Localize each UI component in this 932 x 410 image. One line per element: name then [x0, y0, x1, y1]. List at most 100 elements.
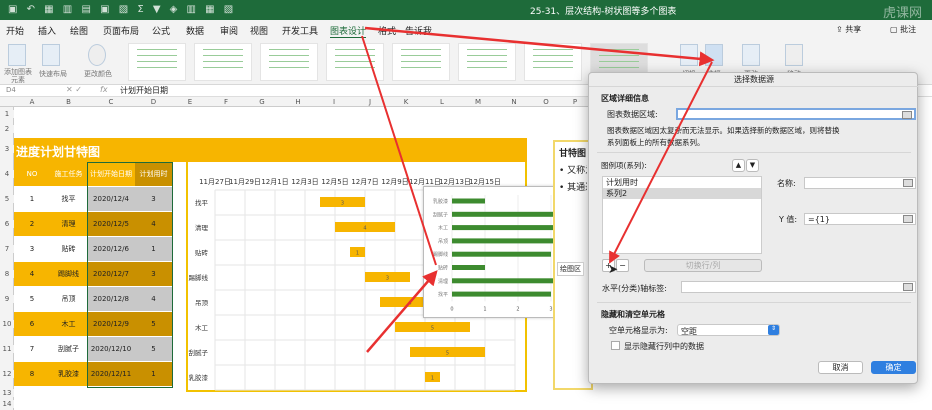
quick-layout-icon[interactable] — [42, 44, 60, 66]
thumb-line — [467, 61, 507, 62]
ok-button[interactable]: 确定 — [871, 361, 916, 374]
switch-row-column-icon[interactable] — [680, 44, 698, 66]
tab-4[interactable]: 公式 — [152, 24, 170, 37]
tab-5[interactable]: 数据 — [186, 24, 204, 37]
table-cell: 乳胶漆 — [50, 362, 87, 387]
quick-layout-label[interactable]: 快速布局 — [36, 70, 70, 78]
thumb-line — [467, 67, 507, 68]
column-header-C: C — [108, 98, 114, 106]
tab-9[interactable]: 图表设计 — [330, 24, 367, 39]
x-tick-label: 12月7日 — [351, 178, 378, 186]
change-colors-label[interactable]: 更改颜色 — [80, 70, 116, 78]
tab-6[interactable]: 审阅 — [220, 24, 238, 37]
chart-style-thumbnail[interactable] — [194, 43, 252, 81]
move-chart-icon[interactable] — [785, 44, 803, 66]
name-box[interactable]: D4 — [6, 86, 16, 94]
change-chart-type-icon[interactable] — [742, 44, 760, 66]
y-tick-label: 找平 — [195, 198, 209, 207]
row-header-14: 14 — [0, 400, 14, 408]
axis-picker-icon[interactable] — [903, 283, 913, 291]
tab-0[interactable]: 开始 — [6, 24, 24, 37]
comment-button[interactable]: ▢ 批注 — [890, 24, 916, 35]
tab-11[interactable]: 告诉我 — [405, 24, 432, 37]
bar-data-label: 5 — [446, 351, 449, 357]
thumb-line — [137, 55, 177, 56]
table-cell: 木工 — [50, 312, 87, 337]
chart-data-range-input[interactable] — [676, 108, 916, 120]
watermark-logo: 虎课网 — [882, 6, 922, 21]
textbox-bullet: • 又称为 — [559, 166, 587, 176]
range-picker-icon[interactable] — [902, 111, 912, 119]
formula-input[interactable]: 计划开始日期 — [120, 85, 168, 96]
select-chevron-icon: ⇕ — [768, 325, 779, 335]
thumb-line — [599, 55, 639, 56]
y-tick-label: 乳胶漆 — [189, 373, 209, 382]
chart-style-thumbnail[interactable] — [128, 43, 186, 81]
tab-1[interactable]: 插入 — [38, 24, 56, 37]
axis-labels-label: 水平(分类)轴标签: — [602, 284, 667, 293]
table-header-cell: 施工任务 — [50, 162, 87, 187]
tab-7[interactable]: 视图 — [250, 24, 268, 37]
name-picker-icon[interactable] — [903, 179, 913, 187]
range-label: 图表数据区域: — [607, 110, 658, 119]
row-header-9: 9 — [0, 294, 14, 303]
chart-style-thumbnail[interactable] — [392, 43, 450, 81]
y-value: ={1} — [808, 215, 830, 224]
y-tick-label: 踢脚线 — [189, 273, 209, 282]
thumb-line — [533, 49, 573, 50]
add-chart-element-icon[interactable] — [8, 44, 26, 66]
y-values-label: Y 值: — [779, 215, 798, 224]
tab-8[interactable]: 开发工具 — [282, 24, 318, 37]
chart-style-thumbnail[interactable] — [524, 43, 582, 81]
name-label: 名称: — [777, 179, 796, 188]
table-cell: 贴砖 — [50, 237, 87, 262]
thumb-line — [137, 49, 177, 50]
chart-style-thumbnail[interactable] — [260, 43, 318, 81]
column-header-J: J — [368, 98, 372, 106]
share-label: 共享 — [845, 25, 862, 34]
cancel-button[interactable]: 取消 — [818, 361, 863, 374]
series-item-selected[interactable]: 系列2 — [603, 188, 761, 199]
thumb-line — [533, 67, 573, 68]
column-header-B: B — [66, 98, 71, 106]
series-item[interactable]: 计划用时 — [603, 177, 761, 188]
chart-style-thumbnail[interactable] — [458, 43, 516, 81]
select-data-icon[interactable] — [705, 44, 723, 66]
switch-row-column-button[interactable]: 切换行/列 — [644, 259, 762, 272]
bar-data-label: 1 — [431, 376, 434, 382]
quick-access-toolbar[interactable]: ▣ ↶ ▦ ▥ ▤ ▣ ▧ Σ ▼ ◈ ▥ ▦ ▧ — [8, 4, 236, 15]
cancel-icon[interactable]: ✕ ✓ — [66, 85, 82, 94]
empty-cells-select[interactable]: 空距 ⇕ — [677, 324, 780, 336]
row-header-8: 8 — [0, 269, 14, 278]
y-tick-label: 贴砖 — [438, 265, 448, 272]
move-up-button[interactable]: ▲ — [732, 159, 745, 172]
move-down-button[interactable]: ▼ — [746, 159, 759, 172]
add-chart-element-label[interactable]: 添加图表元素 — [4, 68, 32, 84]
y-tick-label: 贴砖 — [195, 248, 209, 257]
y-values-input[interactable]: ={1} — [804, 213, 916, 225]
axis-labels-input[interactable] — [681, 281, 916, 293]
table-cell: 3 — [14, 237, 50, 262]
thumb-line — [137, 61, 177, 62]
thumb-line — [599, 49, 639, 50]
tab-2[interactable]: 绘图 — [70, 24, 88, 37]
chart-style-thumbnail[interactable] — [326, 43, 384, 81]
thumb-line — [269, 67, 309, 68]
row-header-1: 1 — [0, 109, 14, 118]
series-name-input[interactable] — [804, 177, 916, 189]
table-cell: 找平 — [50, 187, 87, 212]
tab-10[interactable]: 格式 — [378, 24, 396, 37]
dialog-title: 选择数据源 — [734, 75, 774, 84]
tab-3[interactable]: 页面布局 — [103, 24, 139, 37]
column-header-H: H — [295, 98, 301, 106]
window-title: 25-31、层次结构-树状图等多个图表 — [530, 7, 677, 17]
palette-icon[interactable] — [88, 44, 106, 66]
table-cell: 1 — [14, 187, 50, 212]
bar-data-label: 4 — [363, 226, 366, 232]
show-hidden-checkbox[interactable] — [611, 341, 620, 350]
y-picker-icon[interactable] — [903, 215, 913, 223]
column-header-E: E — [187, 98, 193, 106]
selection-outline — [87, 162, 173, 388]
column-headers: A B C D E F G H I J K L M N O P — [0, 97, 600, 107]
share-button[interactable]: ⇪ 共享 — [836, 24, 861, 35]
